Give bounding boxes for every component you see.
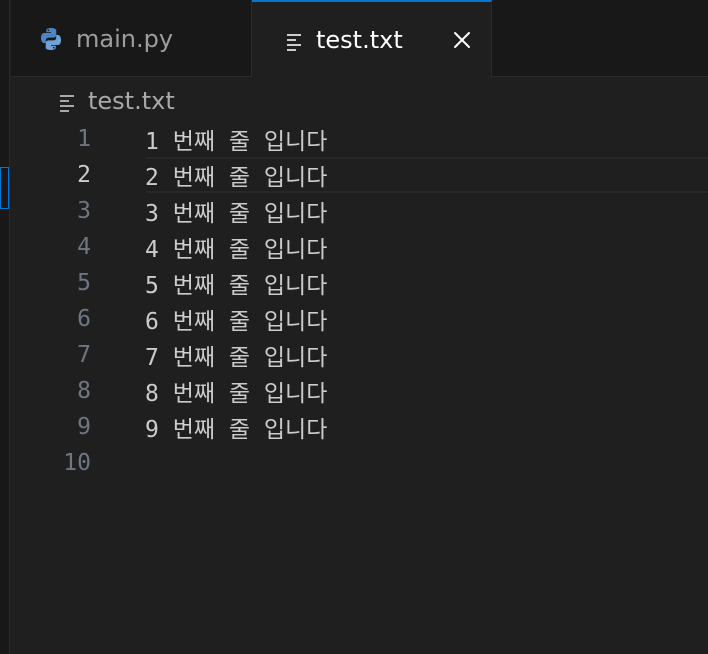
editor-line[interactable]: 9 9 번째 줄 입니다: [11, 409, 708, 445]
line-text[interactable]: 3 번째 줄 입니다: [145, 194, 327, 228]
editor-line[interactable]: 8 8 번째 줄 입니다: [11, 373, 708, 409]
breadcrumb-label: test.txt: [88, 87, 175, 115]
line-number: 4: [77, 234, 91, 260]
line-text[interactable]: 6 번째 줄 입니다: [145, 302, 327, 336]
line-text[interactable]: 5 번째 줄 입니다: [145, 266, 327, 300]
text-lines-icon: [59, 91, 77, 112]
editor-line[interactable]: 7 7 번째 줄 입니다: [11, 337, 708, 373]
active-indicator: [0, 167, 9, 209]
text-editor[interactable]: 1 1 번째 줄 입니다 2 2 번째 줄 입니다 3 3 번째 줄 입니다 4…: [11, 121, 708, 654]
editor-line[interactable]: 10: [11, 445, 708, 481]
line-text[interactable]: 7 번째 줄 입니다: [145, 338, 327, 372]
python-icon: [38, 26, 64, 52]
line-number: 6: [77, 306, 91, 332]
line-text[interactable]: 9 번째 줄 입니다: [145, 410, 327, 444]
close-icon[interactable]: [451, 29, 473, 51]
editor-line-current[interactable]: 2 2 번째 줄 입니다: [11, 157, 708, 193]
editor-line[interactable]: 1 1 번째 줄 입니다: [11, 121, 708, 157]
line-text[interactable]: 2 번째 줄 입니다: [145, 158, 327, 192]
tab-label: test.txt: [316, 26, 403, 54]
text-lines-icon: [286, 30, 304, 51]
editor-line[interactable]: 5 5 번째 줄 입니다: [11, 265, 708, 301]
editor-line[interactable]: 3 3 번째 줄 입니다: [11, 193, 708, 229]
line-number: 1: [77, 126, 91, 152]
tab-test-txt[interactable]: test.txt: [252, 0, 492, 78]
line-number: 3: [77, 198, 91, 224]
tab-main-py[interactable]: main.py: [11, 0, 252, 77]
line-number: 7: [77, 342, 91, 368]
line-text[interactable]: 4 번째 줄 입니다: [145, 230, 327, 264]
breadcrumb[interactable]: test.txt: [59, 86, 175, 116]
line-number: 5: [77, 270, 91, 296]
activity-bar-edge: [0, 0, 10, 654]
line-number: 9: [77, 414, 91, 440]
line-number: 8: [77, 378, 91, 404]
tab-label: main.py: [76, 24, 174, 53]
tab-bar: main.py test.txt: [11, 0, 708, 78]
line-number: 10: [63, 450, 91, 476]
line-number: 2: [77, 162, 91, 188]
editor-line[interactable]: 6 6 번째 줄 입니다: [11, 301, 708, 337]
line-text[interactable]: 8 번째 줄 입니다: [145, 374, 327, 408]
line-text[interactable]: 1 번째 줄 입니다: [145, 122, 327, 156]
editor-line[interactable]: 4 4 번째 줄 입니다: [11, 229, 708, 265]
